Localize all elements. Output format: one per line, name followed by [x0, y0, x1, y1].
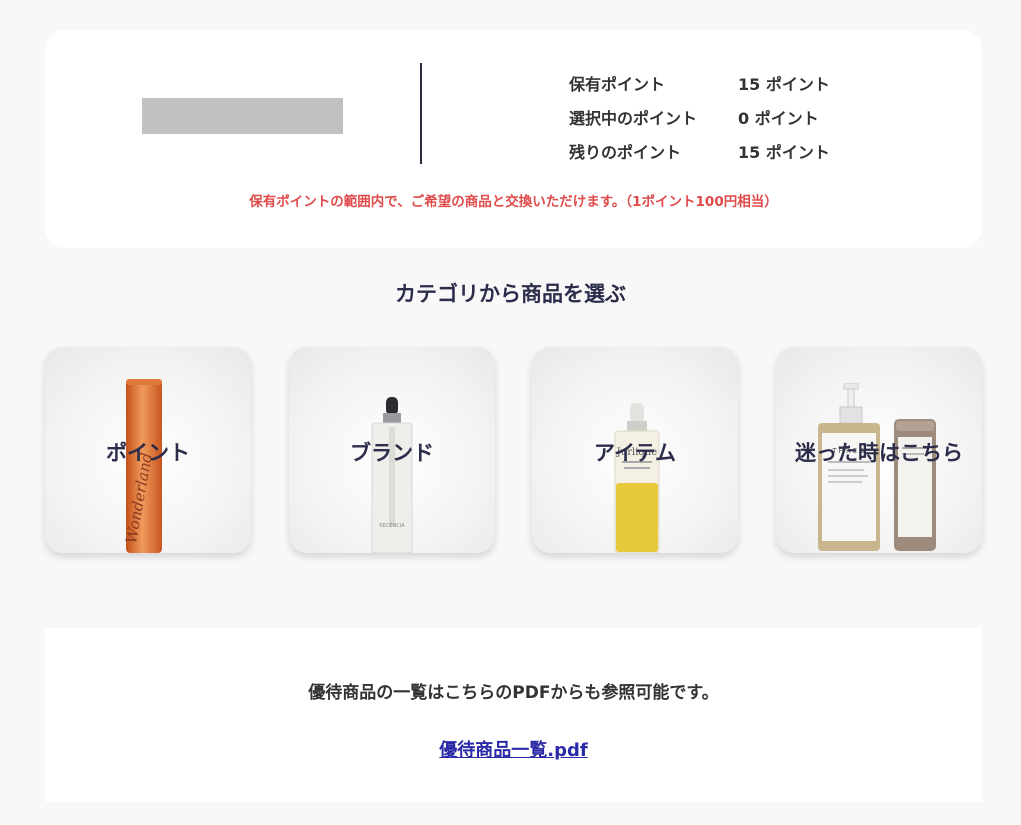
points-value: 15 ポイント [738, 143, 830, 162]
svg-text:RECENCIA: RECENCIA [379, 523, 405, 529]
points-summary-card: 保有ポイント 15 ポイント 選択中のポイント 0 ポイント 残りのポイント 1… [45, 30, 982, 248]
points-value: 15 ポイント [738, 75, 830, 94]
points-row-selected: 選択中のポイント 0 ポイント [569, 100, 830, 134]
serum-bottle-image: RECENCIA [371, 397, 413, 553]
divider [420, 63, 422, 164]
category-card-item[interactable]: Jurlique アイテム [532, 347, 738, 553]
logo-placeholder [142, 98, 343, 134]
pdf-description: 優待商品の一覧はこちらのPDFからも参照可能です。 [308, 683, 719, 703]
category-card-brand[interactable]: RECENCIA ブランド [289, 347, 495, 553]
oil-bottle-image: Jurlique [614, 403, 660, 553]
category-card-help[interactable]: THREE 迷った時はこちら [776, 347, 982, 553]
points-row-held: 保有ポイント 15 ポイント [569, 66, 830, 100]
points-label: 残りのポイント [569, 143, 682, 162]
points-value: 0 ポイント [738, 109, 819, 128]
category-label: アイテム [594, 441, 676, 465]
cleansing-set-image: THREE [818, 383, 936, 551]
category-label: 迷った時はこちら [795, 441, 963, 465]
section-title: カテゴリから商品を選ぶ [395, 282, 626, 306]
points-row-remaining: 残りのポイント 15 ポイント [569, 134, 830, 168]
points-label: 保有ポイント [569, 75, 666, 94]
pdf-download-link[interactable]: 優待商品一覧.pdf [45, 736, 982, 762]
pdf-card: 優待商品の一覧はこちらのPDFからも参照可能です。 優待商品一覧.pdf [45, 628, 982, 802]
points-table: 保有ポイント 15 ポイント 選択中のポイント 0 ポイント 残りのポイント 1… [569, 66, 830, 168]
category-grid: Wonderland ポイント RECENCIA ブランド Jurlique ア… [45, 347, 982, 553]
points-label: 選択中のポイント [569, 109, 698, 128]
points-notice: 保有ポイントの範囲内で、ご希望の商品と交換いただけます。（1ポイント100円相当… [249, 194, 778, 210]
category-label: ブランド [350, 441, 434, 465]
category-label: ポイント [106, 441, 190, 465]
category-card-point[interactable]: Wonderland ポイント [45, 347, 251, 553]
